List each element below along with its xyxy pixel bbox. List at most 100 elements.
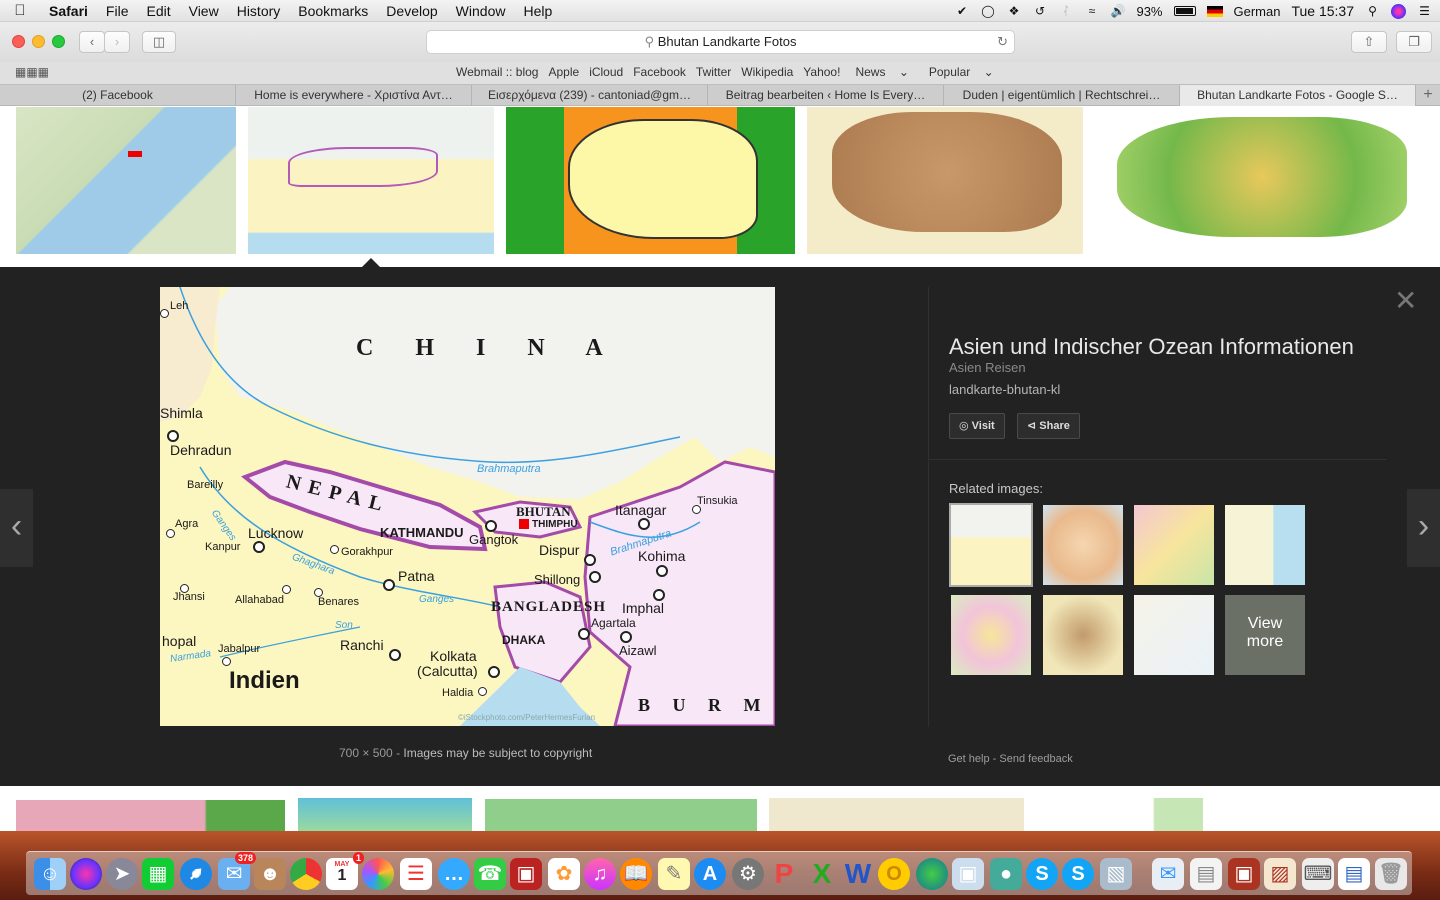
result-thumb-asia[interactable] bbox=[16, 107, 236, 254]
tab-duden[interactable]: Duden | eigentümlich | Rechtschrei… bbox=[944, 85, 1180, 106]
time-machine-icon[interactable]: ↺ bbox=[1032, 4, 1047, 18]
fav-yahoo[interactable]: Yahoo! bbox=[798, 65, 845, 79]
result-thumb-bottom-1[interactable] bbox=[16, 800, 285, 831]
result-thumb-bottom-5[interactable] bbox=[1036, 798, 1203, 831]
address-bar[interactable]: ⚲ Bhutan Landkarte Fotos ↻ bbox=[426, 30, 1015, 54]
preview-map-image[interactable]: C H I N A NEPAL BHUTAN THIMPHU BANGLADES… bbox=[160, 287, 775, 726]
spotlight-search-icon[interactable]: ⚲ bbox=[1365, 4, 1380, 18]
fav-webmail[interactable]: Webmail :: blog bbox=[451, 65, 543, 79]
globe-app-icon[interactable] bbox=[916, 858, 948, 890]
close-window-button[interactable] bbox=[12, 35, 25, 48]
photos-icon[interactable]: ✿ bbox=[548, 858, 580, 890]
result-thumb-bhutan-selected[interactable] bbox=[248, 107, 494, 254]
facetime-icon[interactable]: ☎ bbox=[474, 858, 506, 890]
zoom-window-button[interactable] bbox=[52, 35, 65, 48]
menu-app-name[interactable]: Safari bbox=[40, 3, 97, 19]
related-image-1[interactable] bbox=[949, 503, 1033, 587]
result-thumb-bhutan-yellow[interactable] bbox=[506, 107, 795, 254]
battery-percent[interactable]: 93% bbox=[1136, 4, 1162, 19]
apple-menu-icon[interactable]:  bbox=[0, 2, 40, 19]
fav-icloud[interactable]: iCloud bbox=[584, 65, 628, 79]
tab-home-is-everywhere[interactable]: Home is everywhere - Χριστίνα Αντ… bbox=[236, 85, 472, 106]
volume-icon[interactable]: 🔊 bbox=[1110, 4, 1125, 18]
tab-inbox[interactable]: Εισερχόμενα (239) - cantoniad@gm… bbox=[472, 85, 708, 106]
result-thumb-physical[interactable] bbox=[1095, 107, 1425, 254]
result-thumb-relief[interactable] bbox=[807, 107, 1083, 254]
menu-view[interactable]: View bbox=[180, 3, 228, 19]
menu-develop[interactable]: Develop bbox=[377, 3, 446, 19]
safari-icon[interactable]: ➚ bbox=[180, 858, 212, 890]
ibooks-icon[interactable]: 📖 bbox=[620, 858, 652, 890]
system-preferences-icon[interactable]: ⚙ bbox=[732, 858, 764, 890]
next-image-chevron-icon[interactable]: › bbox=[1407, 489, 1440, 567]
notes-icon[interactable]: ✎ bbox=[658, 858, 690, 890]
related-image-3[interactable] bbox=[1134, 505, 1214, 585]
checkmark-status-icon[interactable]: ✔ bbox=[954, 4, 969, 18]
related-image-7[interactable] bbox=[1134, 595, 1214, 675]
menu-window[interactable]: Window bbox=[447, 3, 515, 19]
finder-icon[interactable]: ☺ bbox=[34, 858, 66, 890]
share-button[interactable]: ⊲ Share bbox=[1017, 413, 1080, 439]
related-image-2[interactable] bbox=[1043, 505, 1123, 585]
copyright-notice[interactable]: Images may be subject to copyright bbox=[403, 746, 592, 760]
dropbox-icon[interactable]: ❖ bbox=[1006, 4, 1021, 18]
grapher-icon[interactable]: ● bbox=[990, 858, 1022, 890]
menu-file[interactable]: File bbox=[97, 3, 138, 19]
dashboard-icon[interactable]: ▦ bbox=[142, 858, 174, 890]
new-tab-plus-icon[interactable]: + bbox=[1416, 85, 1440, 105]
word-icon[interactable]: W bbox=[842, 858, 874, 890]
powerpoint-icon[interactable]: P bbox=[768, 858, 800, 890]
sidebar-toggle-button[interactable]: ◫ bbox=[142, 31, 176, 53]
reminders-icon[interactable]: ☰ bbox=[400, 858, 432, 890]
input-source-label[interactable]: German bbox=[1234, 4, 1281, 19]
siri-dock-icon[interactable] bbox=[70, 858, 102, 890]
menu-help[interactable]: Help bbox=[514, 3, 561, 19]
wifi-icon[interactable]: ≈ bbox=[1084, 4, 1099, 18]
contacts-icon[interactable]: ☻ bbox=[254, 858, 286, 890]
folder-stack-icon[interactable]: ✉ bbox=[1152, 858, 1184, 890]
send-feedback-link[interactable]: Send feedback bbox=[999, 753, 1072, 765]
tab-facebook[interactable]: (2) Facebook bbox=[0, 85, 236, 106]
result-thumb-bottom-4[interactable] bbox=[769, 798, 1024, 831]
notification-center-icon[interactable]: ☰ bbox=[1417, 4, 1432, 18]
itunes-icon[interactable]: ♫ bbox=[584, 858, 616, 890]
share-toolbar-button[interactable]: ⇧ bbox=[1351, 31, 1387, 53]
image-stack-icon[interactable]: ▣ bbox=[1228, 858, 1260, 890]
fav-popular[interactable]: Popular ⌄ bbox=[919, 65, 1004, 79]
close-icon[interactable]: ✕ bbox=[1394, 287, 1417, 315]
related-image-6[interactable] bbox=[1043, 595, 1123, 675]
minimize-window-button[interactable] bbox=[32, 35, 45, 48]
battery-icon[interactable] bbox=[1173, 6, 1196, 16]
fav-apple[interactable]: Apple bbox=[543, 65, 584, 79]
trash-icon[interactable]: 🗑 bbox=[1375, 858, 1407, 890]
calendar-icon[interactable]: MAY 1 1 bbox=[326, 852, 364, 890]
photo-booth-icon[interactable]: ▣ bbox=[510, 858, 542, 890]
image-source-site[interactable]: Asien Reisen bbox=[949, 360, 1026, 375]
clock[interactable]: Tue 15:37 bbox=[1291, 3, 1354, 19]
skype-icon[interactable]: S bbox=[1026, 858, 1058, 890]
fav-twitter[interactable]: Twitter bbox=[691, 65, 736, 79]
result-thumb-bottom-2[interactable] bbox=[298, 798, 472, 831]
menu-bookmarks[interactable]: Bookmarks bbox=[289, 3, 377, 19]
bluetooth-icon[interactable]: ᛮ bbox=[1058, 4, 1073, 18]
excel-icon[interactable]: X bbox=[806, 858, 838, 890]
image-title[interactable]: Asien und Indischer Ozean Informationen bbox=[949, 334, 1354, 360]
messages-icon[interactable]: … bbox=[438, 858, 470, 890]
mail-icon[interactable]: ✉ 378 bbox=[218, 852, 256, 890]
top-sites-grid-icon[interactable]: ▦▦▦ bbox=[15, 65, 49, 79]
siri-icon[interactable] bbox=[1391, 3, 1406, 19]
photos-app-icon[interactable] bbox=[362, 858, 394, 890]
forward-button[interactable]: › bbox=[104, 31, 130, 53]
fav-wikipedia[interactable]: Wikipedia bbox=[736, 65, 798, 79]
tab-google-search[interactable]: Bhutan Landkarte Fotos - Google S… bbox=[1180, 85, 1416, 106]
preview-icon[interactable]: ▣ bbox=[952, 858, 984, 890]
reload-icon[interactable]: ↻ bbox=[997, 31, 1008, 53]
keyboard-stack-icon[interactable]: ⌨ bbox=[1302, 858, 1334, 890]
outlook-icon[interactable]: O bbox=[878, 858, 910, 890]
screenshot-stack-icon[interactable]: ▨ bbox=[1264, 858, 1296, 890]
fav-facebook[interactable]: Facebook bbox=[628, 65, 691, 79]
web-stack-icon[interactable]: ▤ bbox=[1338, 858, 1370, 890]
result-thumb-bottom-3[interactable] bbox=[485, 799, 757, 831]
get-help-link[interactable]: Get help bbox=[948, 753, 990, 765]
chrome-icon[interactable] bbox=[290, 858, 322, 890]
